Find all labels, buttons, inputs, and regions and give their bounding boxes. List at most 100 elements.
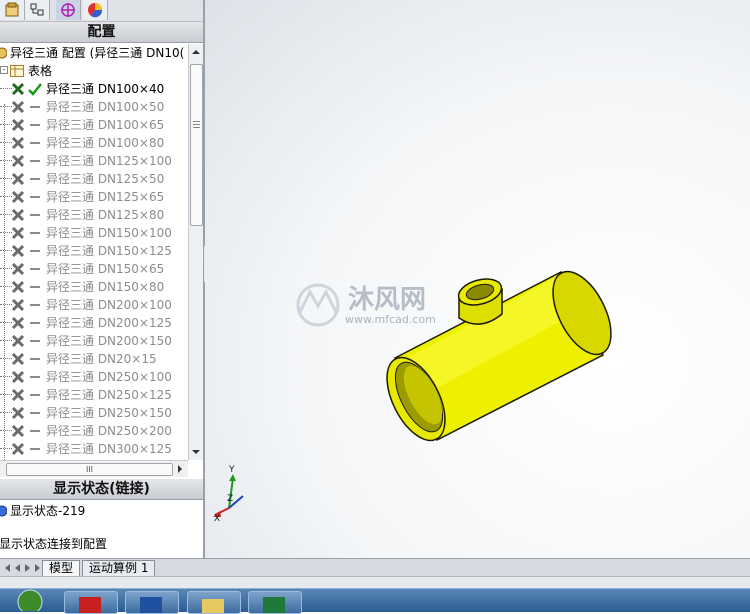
config-label: 异径三通 DN100×80	[46, 136, 165, 150]
config-item[interactable]: 异径三通 DN200×125	[0, 314, 188, 332]
tab-motion-study[interactable]: 运动算例 1	[82, 560, 156, 577]
config-excel-icon	[11, 316, 25, 330]
inactive-dash-icon	[30, 304, 40, 306]
tree-horizontal-scrollbar[interactable]: III	[0, 460, 188, 477]
config-item[interactable]: 异径三通 DN250×200	[0, 422, 188, 440]
config-item[interactable]: 异径三通 DN100×50	[0, 98, 188, 116]
config-label: 异径三通 DN150×125	[46, 244, 172, 258]
config-label: 异径三通 DN300×125	[46, 442, 172, 456]
tab-nav-arrows-icon[interactable]	[2, 561, 42, 575]
config-item[interactable]: 异径三通 DN125×80	[0, 206, 188, 224]
part-icon	[0, 47, 7, 59]
tree-vertical-scrollbar[interactable]	[188, 44, 203, 460]
display-state-note: 显示状态连接到配置	[0, 537, 108, 551]
config-root-label: 异径三通 配置 (异径三通 DN10(	[10, 46, 185, 60]
config-item[interactable]: 异径三通 DN150×100	[0, 224, 188, 242]
inactive-dash-icon	[30, 358, 40, 360]
config-label: 异径三通 DN125×80	[46, 208, 165, 222]
configuration-manager-panel: 配置 异径三通 配置 (异径三通 DN10( - 表格 异径三通 DN100×4…	[0, 0, 205, 558]
display-state-icon	[0, 505, 7, 517]
config-label: 异径三通 DN150×100	[46, 226, 172, 240]
feature-manager-icon	[5, 2, 19, 17]
scroll-right-icon[interactable]	[176, 463, 184, 475]
config-label: 异径三通 DN150×80	[46, 280, 165, 294]
scroll-down-icon[interactable]	[190, 448, 202, 456]
config-item[interactable]: 异径三通 DN100×80	[0, 134, 188, 152]
configuration-tree: 异径三通 配置 (异径三通 DN10( - 表格 异径三通 DN100×40 异…	[0, 44, 188, 460]
excel-icon	[263, 597, 285, 613]
property-manager-icon	[30, 3, 44, 16]
config-item-active[interactable]: 异径三通 DN100×40	[0, 80, 188, 98]
tab-model[interactable]: 模型	[42, 560, 81, 577]
config-item[interactable]: 异径三通 DN150×65	[0, 260, 188, 278]
display-state-header: 显示状态(链接)	[0, 479, 203, 500]
config-label: 异径三通 DN125×100	[46, 154, 172, 168]
config-item[interactable]: 异径三通 DN250×125	[0, 386, 188, 404]
config-item[interactable]: 异径三通 DN125×50	[0, 170, 188, 188]
config-item[interactable]: 异径三通 DN250×150	[0, 404, 188, 422]
config-item[interactable]: 异径三通 DN150×80	[0, 278, 188, 296]
config-label: 异径三通 DN250×200	[46, 424, 172, 438]
config-excel-icon	[11, 334, 25, 348]
horizontal-scroll-thumb[interactable]: III	[6, 463, 173, 476]
config-label: 异径三通 DN200×150	[46, 334, 172, 348]
config-label: 异径三通 DN125×50	[46, 172, 165, 186]
config-label: 异径三通 DN100×65	[46, 118, 165, 132]
manager-toolbar	[0, 0, 203, 22]
inactive-dash-icon	[30, 268, 40, 270]
config-excel-icon	[11, 172, 25, 186]
config-label: 异径三通 DN250×150	[46, 406, 172, 420]
config-excel-icon	[11, 118, 25, 132]
watermark-url: www.mfcad.com	[345, 313, 436, 326]
config-excel-icon	[11, 154, 25, 168]
config-item[interactable]: 异径三通 DN300×125	[0, 440, 188, 458]
property-manager-tab[interactable]	[25, 0, 50, 20]
config-excel-icon	[11, 82, 25, 96]
inactive-dash-icon	[30, 160, 40, 162]
config-label: 异径三通 DN20×15	[46, 352, 157, 366]
table-icon	[10, 65, 24, 77]
configuration-manager-icon	[61, 3, 75, 17]
inactive-dash-icon	[30, 376, 40, 378]
config-item[interactable]: 异径三通 DN20×15	[0, 350, 188, 368]
config-item[interactable]: 异径三通 DN100×65	[0, 116, 188, 134]
display-state-label: 显示状态-219	[10, 504, 86, 518]
inactive-dash-icon	[30, 340, 40, 342]
config-item[interactable]: 异径三通 DN200×100	[0, 296, 188, 314]
start-button-icon[interactable]	[10, 589, 50, 611]
config-excel-icon	[11, 100, 25, 114]
display-manager-tab[interactable]	[83, 0, 108, 20]
configuration-manager-tab[interactable]	[56, 0, 81, 20]
model-tabs-bar: 模型 运动算例 1	[0, 558, 750, 577]
inactive-dash-icon	[30, 250, 40, 252]
config-excel-icon	[11, 388, 25, 402]
config-excel-icon	[11, 190, 25, 204]
config-label: 异径三通 DN250×100	[46, 370, 172, 384]
config-excel-icon	[11, 442, 25, 456]
config-item[interactable]: 异径三通 DN150×125	[0, 242, 188, 260]
inactive-dash-icon	[30, 124, 40, 126]
inactive-dash-icon	[30, 286, 40, 288]
config-item[interactable]: 异径三通 DN250×100	[0, 368, 188, 386]
inactive-dash-icon	[30, 412, 40, 414]
config-excel-icon	[11, 262, 25, 276]
config-label: 异径三通 DN150×65	[46, 262, 165, 276]
graphics-viewport[interactable]: 沐风网 www.mfcad.com Y X Z	[205, 0, 750, 558]
watermark-logo	[296, 283, 340, 327]
config-item[interactable]: 异径三通 DN125×65	[0, 188, 188, 206]
scroll-up-icon[interactable]	[190, 48, 202, 56]
config-item[interactable]: 异径三通 DN200×150	[0, 332, 188, 350]
feature-manager-tab[interactable]	[0, 0, 25, 20]
config-label: 异径三通 DN200×100	[46, 298, 172, 312]
inactive-dash-icon	[30, 196, 40, 198]
vertical-scroll-thumb[interactable]	[190, 64, 203, 226]
axis-y-label: Y	[228, 465, 235, 475]
expand-icon[interactable]: -	[0, 66, 8, 74]
config-item[interactable]: 异径三通 DN125×100	[0, 152, 188, 170]
inactive-dash-icon	[30, 430, 40, 432]
table-label: 表格	[28, 64, 53, 78]
windows-taskbar	[0, 588, 750, 614]
config-label: 异径三通 DN250×125	[46, 388, 172, 402]
watermark-brand: 沐风网	[348, 285, 426, 315]
folder-icon	[202, 599, 224, 613]
